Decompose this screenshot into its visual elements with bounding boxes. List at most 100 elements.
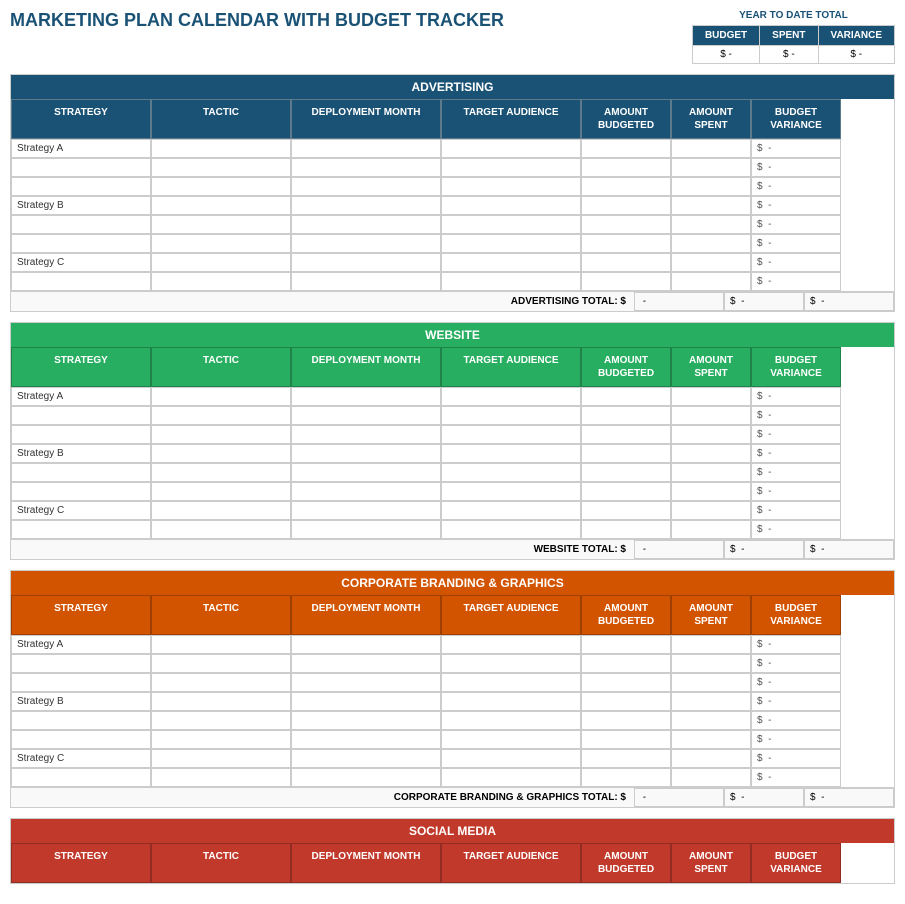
- strategy-b-label: Strategy B: [11, 196, 151, 215]
- branding-section: CORPORATE BRANDING & GRAPHICS STRATEGY T…: [10, 570, 895, 808]
- col-tactic: TACTIC: [151, 595, 291, 635]
- audience-cell[interactable]: [441, 196, 581, 215]
- col-strategy: STRATEGY: [11, 347, 151, 387]
- tactic-cell[interactable]: [151, 196, 291, 215]
- table-row: $ -: [11, 234, 894, 253]
- spent-cell[interactable]: [671, 158, 751, 177]
- deployment-cell[interactable]: [291, 253, 441, 272]
- deployment-cell[interactable]: [291, 158, 441, 177]
- deployment-cell[interactable]: [291, 234, 441, 253]
- strategy-a-label: Strategy A: [11, 635, 151, 654]
- table-row: $ -: [11, 711, 894, 730]
- tactic-cell[interactable]: [151, 158, 291, 177]
- audience-cell[interactable]: [441, 139, 581, 158]
- col-audience: TARGET AUDIENCE: [441, 99, 581, 139]
- col-deployment: DEPLOYMENT MONTH: [291, 99, 441, 139]
- budgeted-cell[interactable]: [581, 177, 671, 196]
- audience-cell[interactable]: [441, 177, 581, 196]
- variance-cell: $ -: [751, 272, 841, 291]
- advertising-total-label: ADVERTISING TOTAL: $: [11, 292, 634, 311]
- deployment-cell[interactable]: [291, 139, 441, 158]
- col-spent: AMOUNT SPENT: [671, 347, 751, 387]
- budgeted-cell[interactable]: [581, 158, 671, 177]
- audience-cell[interactable]: [441, 253, 581, 272]
- advertising-total-row: ADVERTISING TOTAL: $ - $ - $ -: [11, 291, 894, 311]
- social-section: SOCIAL MEDIA STRATEGY TACTIC DEPLOYMENT …: [10, 818, 895, 884]
- advertising-section: ADVERTISING STRATEGY TACTIC DEPLOYMENT M…: [10, 74, 895, 312]
- budgeted-cell[interactable]: [581, 253, 671, 272]
- website-section-header: WEBSITE: [11, 323, 894, 347]
- table-row: Strategy C $ -: [11, 253, 894, 272]
- col-spent: AMOUNT SPENT: [671, 843, 751, 883]
- col-budgeted: AMOUNT BUDGETED: [581, 347, 671, 387]
- strategy-b-label: Strategy B: [11, 692, 151, 711]
- table-row: $ -: [11, 482, 894, 501]
- table-row: $ -: [11, 730, 894, 749]
- col-deployment: DEPLOYMENT MONTH: [291, 347, 441, 387]
- spent-cell[interactable]: [671, 139, 751, 158]
- col-strategy: STRATEGY: [11, 99, 151, 139]
- website-total-spent: $ -: [724, 540, 804, 559]
- website-total-variance: $ -: [804, 540, 894, 559]
- deployment-cell[interactable]: [291, 215, 441, 234]
- website-col-headers: STRATEGY TACTIC DEPLOYMENT MONTH TARGET …: [11, 347, 894, 387]
- col-strategy: STRATEGY: [11, 843, 151, 883]
- tactic-cell[interactable]: [151, 272, 291, 291]
- variance-cell: $ -: [751, 215, 841, 234]
- strategy-a-label: Strategy A: [11, 387, 151, 406]
- spent-cell[interactable]: [671, 215, 751, 234]
- ytd-label: YEAR TO DATE TOTAL: [692, 10, 895, 21]
- deployment-cell[interactable]: [291, 272, 441, 291]
- table-row: Strategy B $ -: [11, 196, 894, 215]
- website-total-label: WEBSITE TOTAL: $: [11, 540, 634, 559]
- budgeted-cell[interactable]: [581, 196, 671, 215]
- table-row: $ -: [11, 463, 894, 482]
- table-row: $ -: [11, 520, 894, 539]
- tactic-cell[interactable]: [151, 139, 291, 158]
- table-row: Strategy C $ -: [11, 749, 894, 768]
- strategy-c-label: Strategy C: [11, 253, 151, 272]
- strategy-c-label: Strategy C: [11, 749, 151, 768]
- variance-cell: $ -: [751, 158, 841, 177]
- website-section: WEBSITE STRATEGY TACTIC DEPLOYMENT MONTH…: [10, 322, 895, 560]
- tactic-cell[interactable]: [151, 177, 291, 196]
- spent-cell[interactable]: [671, 272, 751, 291]
- table-row: $ -: [11, 768, 894, 787]
- table-row: Strategy A $ -: [11, 387, 894, 406]
- budgeted-cell[interactable]: [581, 139, 671, 158]
- audience-cell[interactable]: [441, 215, 581, 234]
- budgeted-cell[interactable]: [581, 234, 671, 253]
- table-row: Strategy B $ -: [11, 692, 894, 711]
- advertising-total-budgeted: -: [634, 292, 724, 311]
- spent-cell[interactable]: [671, 177, 751, 196]
- budgeted-cell[interactable]: [581, 272, 671, 291]
- ytd-variance-value: $ -: [818, 46, 894, 64]
- strategy-empty: [11, 158, 151, 177]
- variance-cell: $ -: [751, 234, 841, 253]
- table-row: $ -: [11, 673, 894, 692]
- website-total-row: WEBSITE TOTAL: $ - $ - $ -: [11, 539, 894, 559]
- variance-cell: $ -: [751, 177, 841, 196]
- spent-cell[interactable]: [671, 234, 751, 253]
- page-header: MARKETING PLAN CALENDAR WITH BUDGET TRAC…: [10, 10, 895, 64]
- advertising-total-spent: $ -: [724, 292, 804, 311]
- budgeted-cell[interactable]: [581, 215, 671, 234]
- audience-cell[interactable]: [441, 234, 581, 253]
- deployment-cell[interactable]: [291, 177, 441, 196]
- tactic-cell[interactable]: [151, 215, 291, 234]
- audience-cell[interactable]: [441, 272, 581, 291]
- col-variance: BUDGET VARIANCE: [751, 347, 841, 387]
- deployment-cell[interactable]: [291, 196, 441, 215]
- spent-cell[interactable]: [671, 253, 751, 272]
- col-variance: BUDGET VARIANCE: [751, 595, 841, 635]
- spent-cell[interactable]: [671, 196, 751, 215]
- strategy-empty: [11, 177, 151, 196]
- tactic-cell[interactable]: [151, 234, 291, 253]
- audience-cell[interactable]: [441, 158, 581, 177]
- tactic-cell[interactable]: [151, 253, 291, 272]
- variance-cell: $ -: [751, 196, 841, 215]
- ytd-table: BUDGET SPENT VARIANCE $ - $ - $ -: [692, 25, 895, 64]
- col-spent: AMOUNT SPENT: [671, 595, 751, 635]
- ytd-spent-value: $ -: [760, 46, 818, 64]
- table-row: $ -: [11, 158, 894, 177]
